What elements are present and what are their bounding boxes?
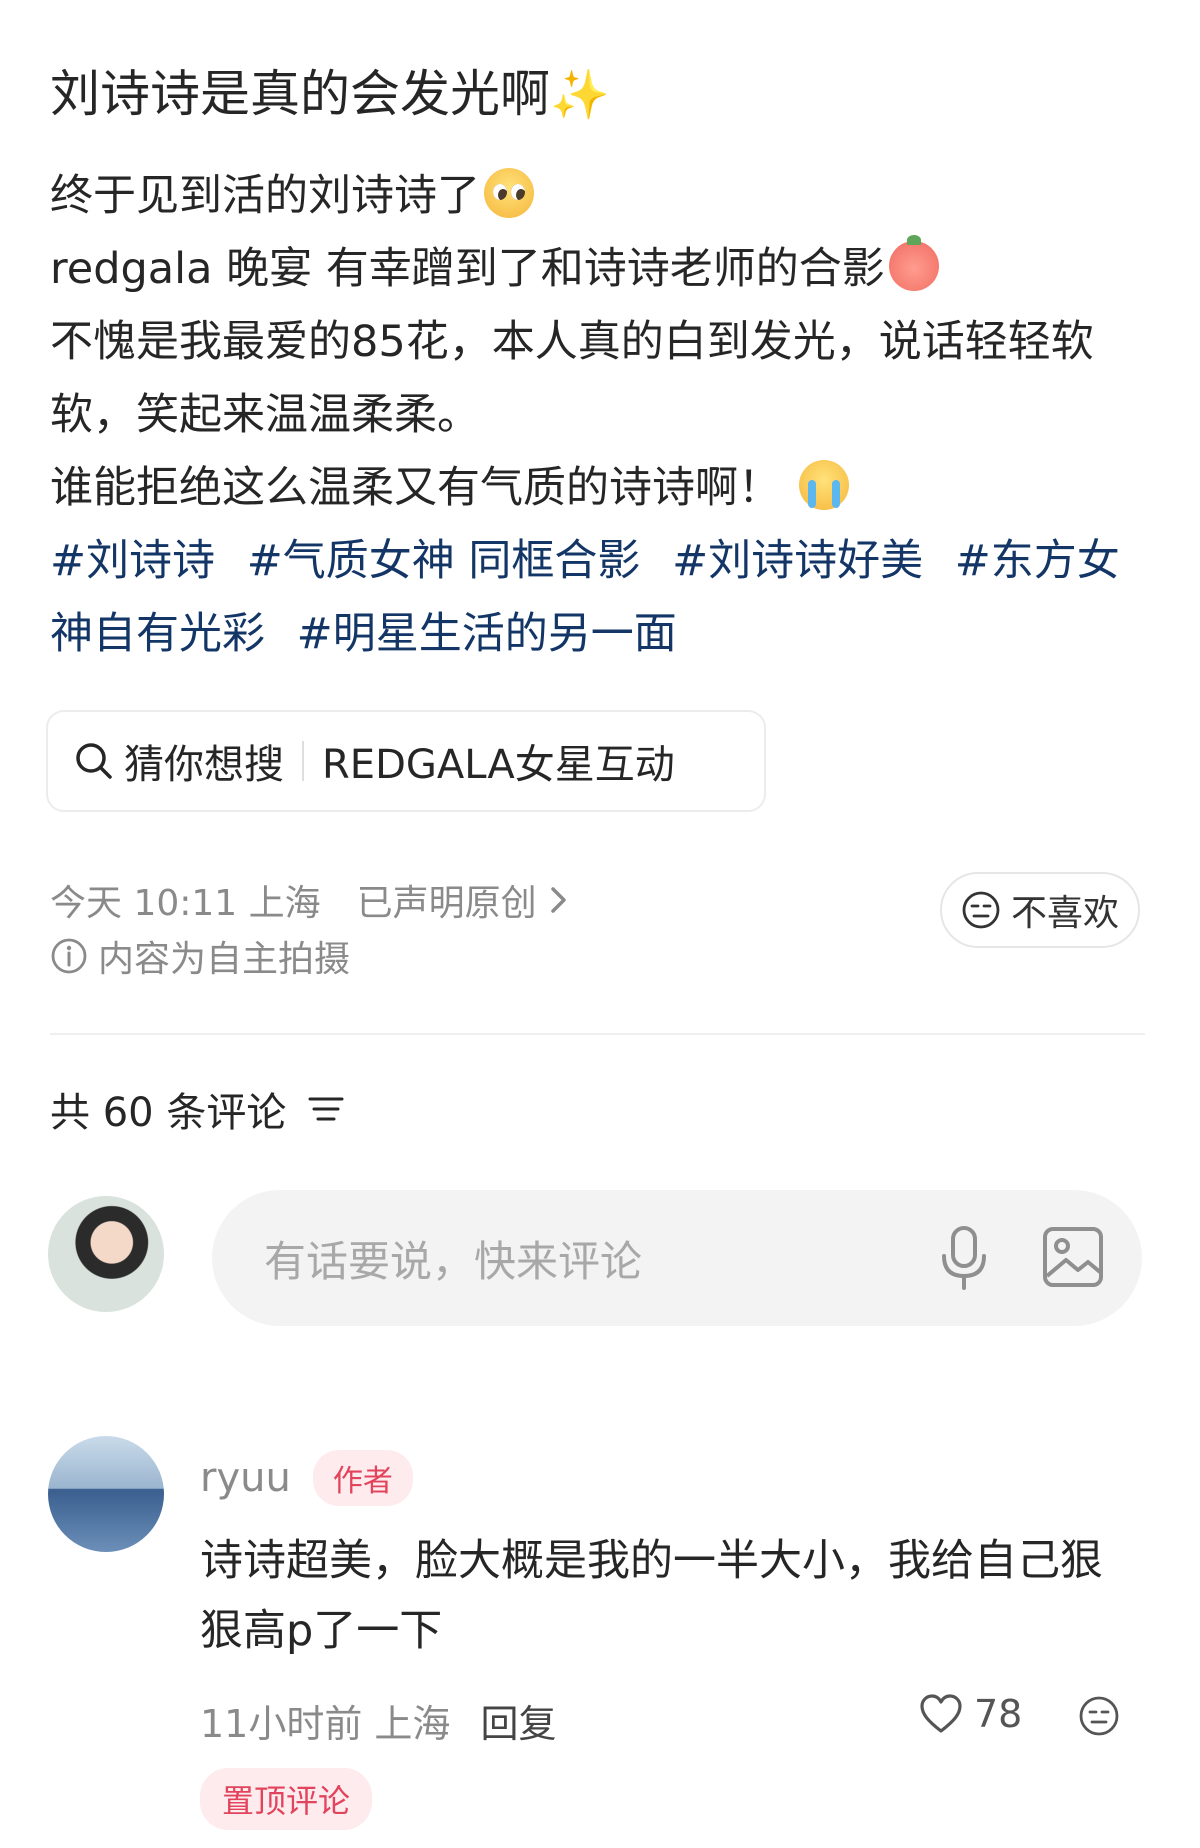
commenter-name[interactable]: ryuu: [200, 1455, 291, 1501]
current-user-avatar[interactable]: [48, 1196, 164, 1312]
reply-button[interactable]: 回复: [480, 1693, 556, 1748]
comment-header: ryuu 作者: [200, 1450, 413, 1506]
heart-icon: [920, 1694, 962, 1733]
like-button[interactable]: 78: [918, 1692, 1022, 1736]
post-meta: 今天 10:11 上海 已声明原创: [50, 874, 571, 926]
section-divider: [50, 1033, 1145, 1035]
hashtag-list: #刘诗诗 #气质女神 同框合影 #刘诗诗好美 #东方女神自有光彩 #明星生活的另…: [50, 525, 1145, 671]
neutral-face-icon: [962, 891, 1000, 929]
post-title: 刘诗诗是真的会发光啊✨: [50, 65, 610, 123]
peach-emoji-icon: [888, 235, 939, 291]
commenter-avatar[interactable]: [48, 1436, 164, 1552]
pleading-emoji-icon: [484, 168, 534, 218]
neutral-face-icon: [1079, 1696, 1119, 1736]
comment-count-header: 共 60 条评论: [50, 1080, 346, 1138]
sparkles-emoji-icon: ✨: [550, 67, 610, 123]
search-suggestion-query: REDGALA女星互动: [322, 742, 675, 788]
original-declaration-link[interactable]: 已声明原创: [357, 874, 537, 926]
hashtag[interactable]: #刘诗诗好美: [672, 536, 923, 586]
image-icon[interactable]: [1040, 1224, 1106, 1290]
info-icon: [51, 938, 87, 974]
author-badge: 作者: [312, 1450, 413, 1506]
body-line-3: 不愧是我最爱的85花，本人真的白到发光，说话轻轻软软，笑起来温温柔柔。: [50, 317, 1094, 440]
crying-emoji-icon: [798, 460, 849, 510]
hashtag[interactable]: #刘诗诗: [50, 536, 215, 586]
comment-meta: 11小时前 上海 回复: [200, 1693, 556, 1748]
hashtag[interactable]: #明星生活的另一面: [297, 609, 677, 659]
content-notice: 内容为自主拍摄: [50, 930, 350, 982]
body-line-2: redgala 晚宴 有幸蹭到了和诗诗老师的合影: [50, 233, 1145, 306]
dislike-button[interactable]: 不喜欢: [940, 872, 1140, 948]
hashtag[interactable]: #气质女神 同框合影: [247, 536, 641, 586]
search-icon: [76, 743, 112, 779]
like-count: 78: [974, 1692, 1023, 1736]
comment-time: 11小时前 上海: [200, 1702, 451, 1746]
post-time: 今天 10:11 上海: [50, 883, 321, 924]
comment-input[interactable]: 有话要说，快来评论: [212, 1190, 1142, 1326]
comment-dislike-button[interactable]: [1078, 1695, 1120, 1741]
search-suggestion[interactable]: 猜你想搜 REDGALA女星互动: [46, 710, 766, 812]
chevron-right-icon: [550, 887, 566, 913]
sort-icon[interactable]: [306, 1091, 346, 1127]
search-suggestion-label: 猜你想搜: [124, 742, 284, 788]
content-notice-text: 内容为自主拍摄: [98, 939, 351, 980]
comment-count: 共 60 条评论: [50, 1090, 287, 1136]
comment-input-placeholder: 有话要说，快来评论: [264, 1236, 643, 1286]
comment-text: 诗诗超美，脸大概是我的一半大小，我给自己狠狠高p了一下: [200, 1536, 1103, 1656]
body-line-4: 谁能拒绝这么温柔又有气质的诗诗啊！: [50, 452, 1145, 525]
post-body: 终于见到活的刘诗诗了 redgala 晚宴 有幸蹭到了和诗诗老师的合影 不愧是我…: [50, 160, 1145, 671]
body-line-1: 终于见到活的刘诗诗了: [50, 160, 1145, 233]
divider: [302, 741, 304, 781]
microphone-icon[interactable]: [936, 1224, 992, 1292]
dislike-label: 不喜欢: [1010, 893, 1119, 934]
pinned-comment-badge: 置顶评论: [200, 1768, 373, 1830]
